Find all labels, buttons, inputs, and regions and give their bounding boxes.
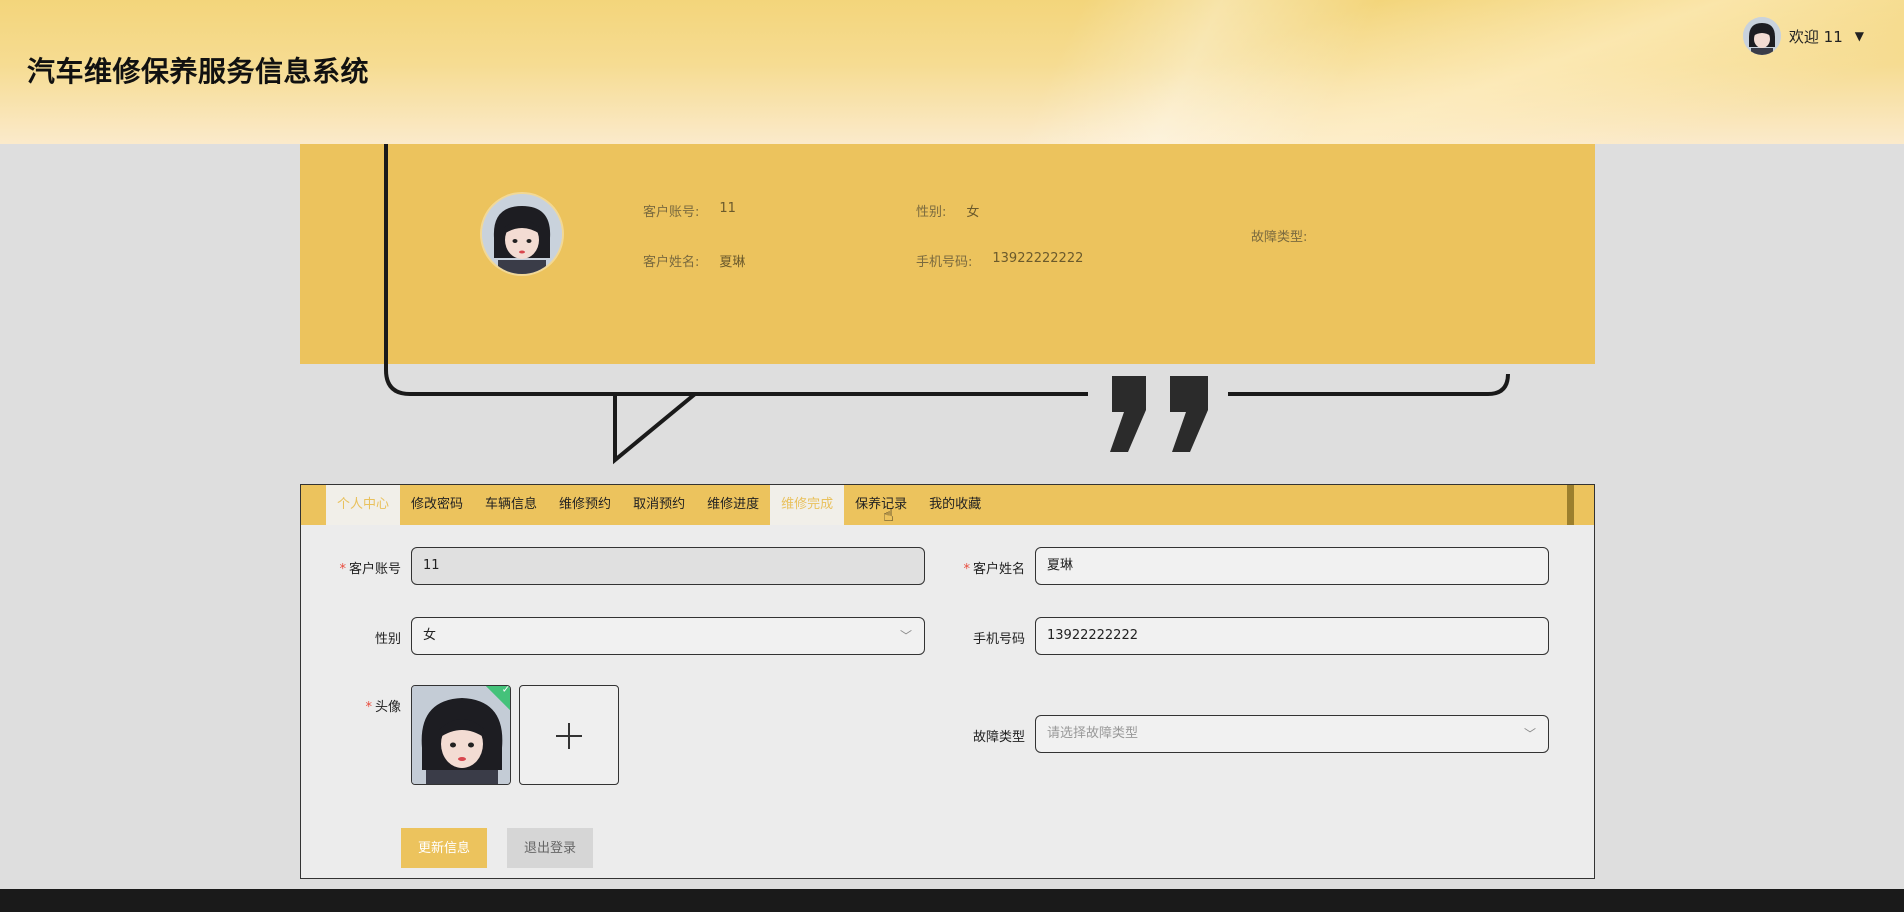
hand-cursor-icon: ☝ bbox=[883, 505, 894, 526]
tab-bar: 个人中心 修改密码 车辆信息 维修预约 取消预约 维修进度 维修完成 保养记录 我的收藏 bbox=[301, 485, 1594, 525]
profile-gender-label: 性别: bbox=[916, 205, 947, 220]
logout-button[interactable]: 退出登录 bbox=[507, 828, 593, 868]
chevron-down-icon: ﹀ bbox=[899, 629, 912, 643]
name-label: * 客户姓名 bbox=[963, 562, 1025, 577]
avatar-thumbnail[interactable]: ✓ bbox=[411, 685, 511, 785]
tab-scroll-handle[interactable] bbox=[1567, 485, 1574, 525]
profile-account-value: 11 bbox=[719, 201, 736, 216]
tab-5[interactable]: 维修进度 bbox=[696, 485, 770, 525]
profile-name-label: 客户姓名: bbox=[643, 255, 700, 270]
name-field[interactable]: 夏琳 bbox=[1035, 547, 1549, 585]
profile-gender-value: 女 bbox=[966, 205, 980, 220]
account-label: * 客户账号 bbox=[339, 562, 401, 577]
profile-name-value: 夏琳 bbox=[719, 255, 746, 270]
quote-mark-icon bbox=[1110, 376, 1208, 452]
tab-4[interactable]: 取消预约 bbox=[622, 485, 696, 525]
profile-form-panel: 个人中心 修改密码 车辆信息 维修预约 取消预约 维修进度 维修完成 保养记录 我的收藏 * 客户… bbox=[300, 484, 1595, 879]
account-field[interactable]: 11 bbox=[411, 547, 925, 585]
profile-avatar bbox=[482, 194, 562, 274]
avatar-icon[interactable] bbox=[1742, 17, 1781, 55]
welcome-text[interactable]: 欢迎 11 bbox=[1789, 26, 1843, 47]
profile-account: 客户账号: 11 bbox=[643, 201, 736, 220]
tab-1[interactable]: 修改密码 bbox=[400, 485, 474, 525]
profile-name: 客户姓名: 夏琳 bbox=[643, 251, 745, 270]
tab-7[interactable]: 保养记录 bbox=[844, 485, 918, 525]
profile-phone: 手机号码: 13922222222 bbox=[916, 251, 1083, 270]
profile-phone-value: 13922222222 bbox=[992, 251, 1084, 266]
profile-gender: 性别: 女 bbox=[916, 201, 979, 220]
tab-2[interactable]: 车辆信息 bbox=[474, 485, 548, 525]
phone-field[interactable]: 13922222222 bbox=[1035, 617, 1549, 655]
avatar-label: * 头像 bbox=[365, 700, 401, 715]
profile-phone-label: 手机号码: bbox=[916, 255, 973, 270]
profile-account-label: 客户账号: bbox=[643, 205, 700, 220]
chevron-down-icon[interactable]: ▼ bbox=[1855, 29, 1864, 43]
tab-8[interactable]: 我的收藏 bbox=[918, 485, 992, 525]
system-title: 汽车维修保养服务信息系统 bbox=[27, 55, 370, 88]
upload-add-button[interactable] bbox=[519, 685, 619, 785]
profile-banner: 客户账号: 11 客户姓名: 夏琳 性别: 女 手机号码: 1392222222… bbox=[300, 144, 1595, 364]
tab-3[interactable]: 维修预约 bbox=[548, 485, 622, 525]
chevron-down-icon: ﹀ bbox=[1523, 727, 1536, 741]
user-menu[interactable]: 欢迎 11 ▼ bbox=[1742, 16, 1864, 56]
phone-label: 手机号码 bbox=[972, 632, 1025, 647]
tab-0[interactable]: 个人中心 bbox=[326, 485, 401, 525]
fault-type-select[interactable]: 请选择故障类型 ﹀ bbox=[1035, 715, 1549, 753]
footer-bar bbox=[0, 889, 1904, 912]
update-info-button[interactable]: 更新信息 bbox=[401, 828, 487, 868]
tab-6[interactable]: 维修完成 bbox=[770, 485, 845, 525]
gender-label: 性别 bbox=[374, 632, 401, 647]
profile-fault-label: 故障类型: bbox=[1251, 230, 1308, 245]
profile-fault: 故障类型: bbox=[1251, 226, 1327, 245]
fault-type-label: 故障类型 bbox=[972, 730, 1025, 745]
top-header: 汽车维修保养服务信息系统 欢迎 11 ▼ bbox=[0, 0, 1904, 144]
gender-select[interactable]: 女 ﹀ bbox=[411, 617, 925, 655]
